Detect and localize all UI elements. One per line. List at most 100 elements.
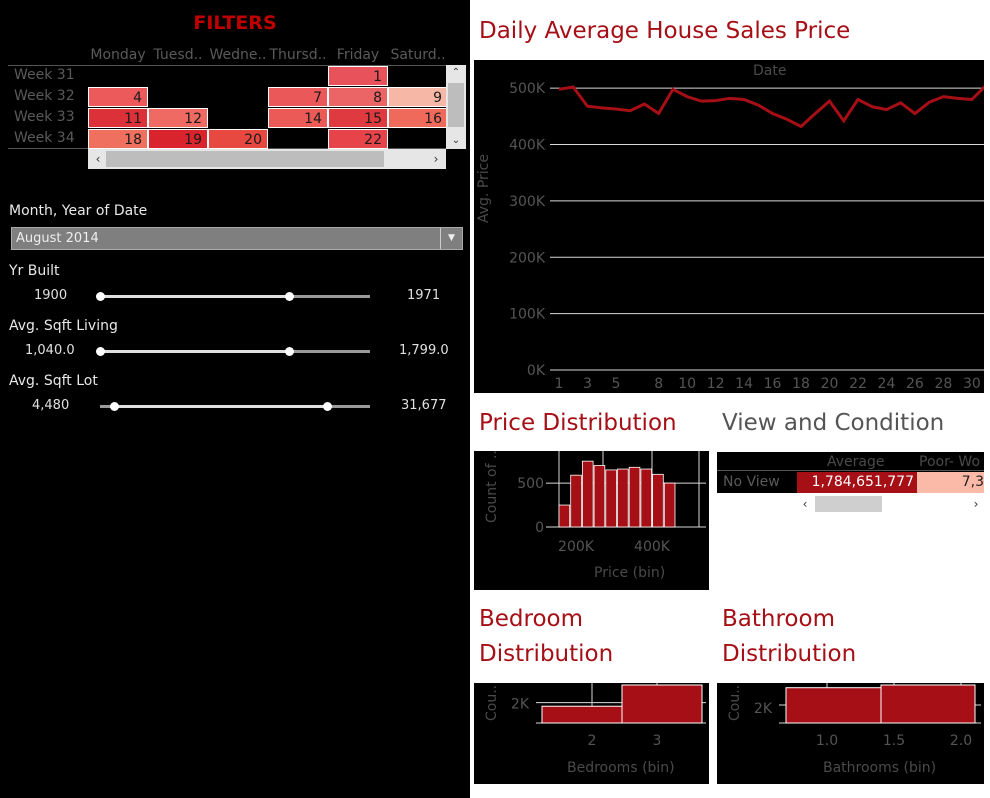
x-tick-label: 1	[555, 376, 564, 392]
month-year-dropdown[interactable]: August 2014 ▼	[11, 227, 463, 250]
x-tick-label: 26	[906, 376, 924, 392]
calendar-vertical-scrollbar[interactable]: ⌃ ⌄	[446, 65, 466, 149]
scroll-down-icon[interactable]: ⌄	[446, 133, 466, 149]
view-cell-poor[interactable]: 7,3	[917, 472, 984, 493]
week-label-32: Week 32	[14, 88, 75, 104]
calendar-day-cell[interactable]: 19	[148, 129, 208, 149]
calendar-horizontal-scrollbar[interactable]: ‹ ›	[88, 149, 446, 169]
sqft-living-max: 1,799.0	[399, 343, 449, 358]
histogram-bar	[558, 504, 571, 528]
calendar-day-cell[interactable]: 14	[268, 108, 328, 128]
month-year-value: August 2014	[16, 231, 99, 246]
x-tick-label: 2.0	[950, 733, 972, 749]
histogram-bar	[570, 474, 582, 528]
y-tick-label: 300K	[509, 194, 546, 210]
calendar-day-cell[interactable]: 7	[268, 87, 328, 107]
data-point	[715, 100, 717, 102]
month-year-label: Month, Year of Date	[9, 203, 148, 219]
slider-selected-range	[100, 295, 289, 298]
data-point	[586, 105, 588, 107]
calendar-day-cell[interactable]: 16	[388, 108, 448, 128]
daily-price-title: Daily Average House Sales Price	[479, 18, 851, 44]
calendar-day-cell[interactable]: 4	[88, 87, 148, 107]
scroll-right-icon[interactable]: ›	[428, 151, 444, 167]
histogram-bar	[663, 482, 676, 528]
calendar-day-cell[interactable]: 22	[328, 129, 388, 149]
y-tick-label: 500K	[509, 81, 546, 97]
data-point	[572, 86, 574, 88]
slider-max-handle[interactable]	[285, 292, 294, 301]
bathroom-histogram: 2K 1.0 1.5 2.0	[754, 683, 981, 749]
yr-built-label: Yr Built	[9, 263, 60, 279]
histogram-bar	[785, 687, 882, 724]
bathroom-title-line1: Bathroom	[722, 606, 835, 632]
calendar-day-cell[interactable]: 9	[388, 87, 448, 107]
data-point	[700, 100, 702, 102]
x-tick-label: 12	[707, 376, 725, 392]
data-point	[772, 113, 774, 115]
sqft-lot-label: Avg. Sqft Lot	[9, 373, 98, 389]
day-header-wednesday: Wedne..	[209, 47, 267, 63]
data-point	[558, 88, 560, 90]
data-point	[957, 97, 959, 99]
x-tick-label: 3	[653, 733, 662, 749]
horizontal-scroll-thumb[interactable]	[815, 496, 882, 512]
data-point	[729, 97, 731, 99]
vertical-scroll-thumb[interactable]	[448, 83, 464, 127]
slider-min-handle[interactable]	[96, 347, 105, 356]
x-tick-label: 14	[735, 376, 753, 392]
scroll-left-icon[interactable]: ‹	[797, 496, 813, 512]
scroll-left-icon[interactable]: ‹	[90, 151, 106, 167]
slider-min-handle[interactable]	[109, 402, 119, 411]
x-tick-label: 30	[963, 376, 981, 392]
yr-built-max: 1971	[407, 288, 441, 303]
data-point	[814, 113, 816, 115]
data-point	[971, 98, 973, 100]
data-point	[757, 104, 759, 106]
slider-max-handle[interactable]	[285, 347, 294, 356]
data-point	[829, 100, 831, 102]
calendar-day-cell[interactable]: 20	[208, 129, 268, 149]
data-point	[686, 96, 688, 98]
chevron-down-icon[interactable]: ▼	[440, 228, 462, 249]
x-tick-label: 8	[654, 376, 663, 392]
data-point	[743, 98, 745, 100]
calendar-day-cell[interactable]: 8	[328, 87, 388, 107]
sqft-lot-min: 4,480	[32, 398, 70, 413]
x-tick-label: 1.0	[816, 733, 838, 749]
view-cell-average[interactable]: 1,784,651,777	[797, 472, 917, 493]
histogram-bar	[652, 473, 664, 528]
scroll-right-icon[interactable]: ›	[968, 496, 984, 512]
calendar-day-cell[interactable]: 12	[148, 108, 208, 128]
day-header-monday: Monday	[90, 47, 146, 63]
histogram-bar	[541, 705, 623, 724]
avg-price-series-line	[558, 85, 984, 129]
calendar-day-cell[interactable]: 1	[328, 66, 388, 86]
calendar-day-cell[interactable]: 18	[88, 129, 148, 149]
x-tick-label: 1.5	[883, 733, 905, 749]
price-dist-title: Price Distribution	[479, 410, 677, 436]
day-header-thursday: Thursd..	[269, 47, 327, 63]
week-label-34: Week 34	[14, 130, 75, 146]
day-header-saturday: Saturd..	[390, 47, 446, 63]
view-condition-scrollbar[interactable]: ‹ ›	[797, 495, 984, 514]
scroll-up-icon[interactable]: ⌃	[446, 65, 466, 81]
x-tick-label: 3	[583, 376, 592, 392]
yr-built-min: 1900	[34, 288, 68, 303]
x-tick-label: 2	[588, 733, 597, 749]
calendar-day-cell[interactable]: 11	[88, 108, 148, 128]
x-tick-label: 400K	[634, 539, 671, 555]
slider-min-handle[interactable]	[96, 292, 105, 301]
daily-price-chart: Date Avg. Price 0K 100K 200K 300K 400K 500K 1 3…	[474, 60, 984, 393]
sqft-lot-max: 31,677	[401, 398, 447, 413]
data-point	[928, 101, 930, 103]
calendar-day-cell[interactable]: 15	[328, 108, 388, 128]
week-label-33: Week 33	[14, 109, 75, 125]
x-tick-label: 16	[764, 376, 782, 392]
y-tick-label: 2K	[511, 697, 530, 713]
histogram-bar	[880, 684, 976, 724]
bathroom-title-line2: Distribution	[722, 641, 857, 667]
x-tick-label: 200K	[558, 539, 595, 555]
horizontal-scroll-thumb[interactable]	[106, 151, 384, 167]
slider-max-handle[interactable]	[322, 402, 332, 411]
